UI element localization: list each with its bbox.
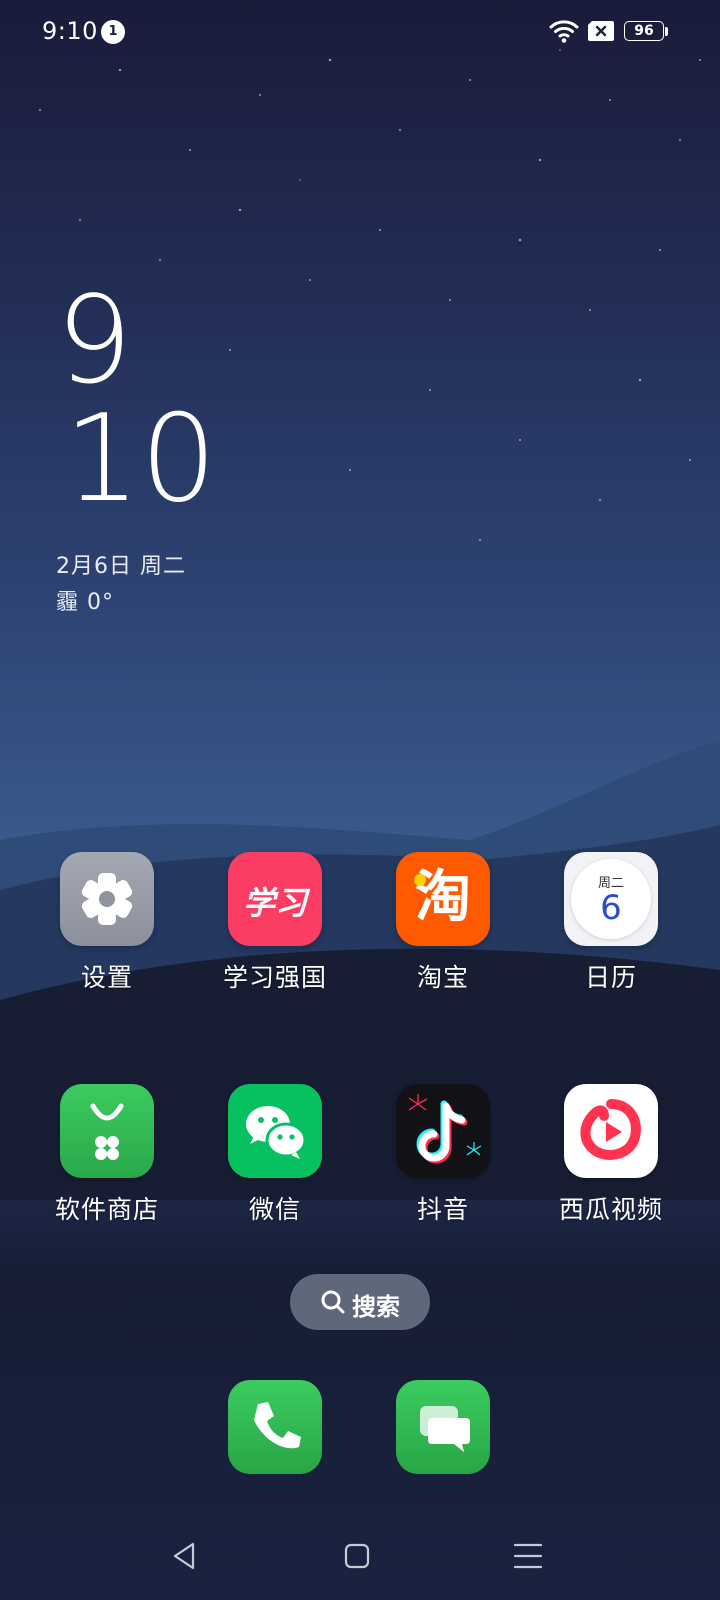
settings-gear-icon xyxy=(60,852,154,946)
battery-level: 96 xyxy=(634,23,654,39)
phone-icon[interactable] xyxy=(228,1380,322,1474)
calendar-day: 6 xyxy=(600,888,622,928)
app-label: 淘宝 xyxy=(416,963,469,992)
app-label: 设置 xyxy=(80,963,133,992)
back-icon[interactable] xyxy=(165,1536,205,1576)
app-store-icon xyxy=(60,1084,154,1178)
app-label: 学习强国 xyxy=(222,963,327,992)
wifi-icon xyxy=(549,20,579,43)
search-label: 搜索 xyxy=(352,1293,400,1321)
xuexi-icon-text: 学习 xyxy=(242,884,307,922)
xigua-video-icon xyxy=(564,1084,658,1178)
messages-icon[interactable] xyxy=(396,1380,490,1474)
search-button[interactable]: 搜索 xyxy=(290,1274,430,1330)
sim-no-signal-icon xyxy=(588,21,614,41)
status-bar: 9:10 1 96 xyxy=(0,0,720,64)
app-taobao[interactable]: 淘 淘宝 xyxy=(359,852,527,994)
app-settings[interactable]: 设置 xyxy=(23,852,191,994)
clock-weather: 霾 0° xyxy=(56,590,114,615)
clock-minute: 10 xyxy=(64,390,217,529)
recents-menu-icon[interactable] xyxy=(508,1536,548,1576)
app-douyin[interactable]: 抖音 xyxy=(359,1084,527,1226)
douyin-icon xyxy=(396,1084,490,1178)
battery-icon: 96 xyxy=(624,21,668,43)
xuexi-qiangguo-icon: 学习 xyxy=(228,852,322,946)
notification-badge: 1 xyxy=(101,20,125,44)
clock-date: 2月6日 周二 xyxy=(56,554,186,579)
app-store[interactable]: 软件商店 xyxy=(23,1084,191,1226)
app-xigua-video[interactable]: 西瓜视频 xyxy=(527,1084,695,1226)
app-label: 西瓜视频 xyxy=(558,1195,663,1224)
app-calendar[interactable]: 周二 6 日历 xyxy=(527,852,695,994)
clock-hour: 9 xyxy=(56,272,133,411)
home-icon[interactable] xyxy=(337,1536,377,1576)
app-wechat[interactable]: 微信 xyxy=(191,1084,359,1226)
app-label: 抖音 xyxy=(416,1195,469,1224)
app-label: 日历 xyxy=(584,963,637,992)
taobao-icon: 淘 xyxy=(396,852,490,946)
search-icon xyxy=(321,1290,345,1314)
calendar-icon: 周二 6 xyxy=(564,852,658,946)
app-xuexi-qiangguo[interactable]: 学习 学习强国 xyxy=(191,852,359,994)
app-label: 微信 xyxy=(248,1195,301,1224)
taobao-icon-text: 淘 xyxy=(415,865,471,930)
app-label: 软件商店 xyxy=(54,1195,159,1224)
wechat-icon xyxy=(228,1084,322,1178)
status-time: 9:10 xyxy=(42,17,98,45)
